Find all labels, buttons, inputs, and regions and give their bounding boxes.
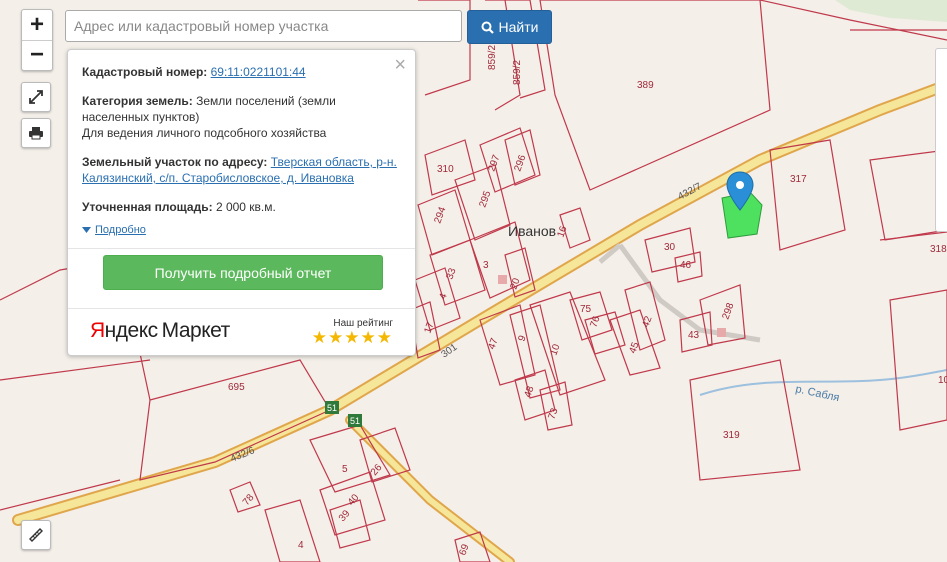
area-row: Уточненная площадь: 2 000 кв.м. xyxy=(82,199,401,215)
ruler-icon xyxy=(29,528,43,542)
parcel-label: 318 xyxy=(930,244,947,255)
land-use-value: Для ведения личного подсобного хозяйства xyxy=(82,126,327,140)
parcel-label: 10 xyxy=(938,375,947,386)
parcel-label: 317 xyxy=(790,174,807,185)
parcel-label: 46 xyxy=(680,260,692,271)
ruler-button[interactable] xyxy=(21,520,51,550)
zoom-out-button[interactable]: − xyxy=(22,39,52,71)
market-rating[interactable]: Наш рейтинг ★★★★★ xyxy=(312,318,393,347)
get-report-button[interactable]: Получить подробный отчет xyxy=(103,255,383,290)
search-icon xyxy=(481,21,494,34)
search-button-label: Найти xyxy=(498,19,539,35)
parcel-label: 75 xyxy=(580,304,592,315)
parcel-label: 5 xyxy=(342,464,348,475)
printer-icon xyxy=(29,127,43,140)
road-shield-1: 51 xyxy=(325,401,339,414)
address-label: Земельный участок по адресу: xyxy=(82,155,268,169)
area-value: 2 000 кв.м. xyxy=(215,200,276,214)
divider xyxy=(68,248,415,249)
road-shield-2-text: 51 xyxy=(350,416,360,426)
parcel-label: 310 xyxy=(437,164,454,175)
search-button[interactable]: Найти xyxy=(467,10,552,44)
parcel-label: 319 xyxy=(723,430,740,441)
rating-stars-icon: ★★★★★ xyxy=(311,328,393,347)
land-category-label: Категория земель: xyxy=(82,94,193,108)
parcel-label: 3 xyxy=(483,260,489,271)
expand-icon xyxy=(29,90,43,104)
land-category-row: Категория земель: Земли поселений (земли… xyxy=(82,93,401,141)
parcel-label: 4 xyxy=(298,540,304,551)
parcel-label: 43 xyxy=(688,330,700,341)
road-shield-1-text: 51 xyxy=(327,403,337,413)
layers-panel[interactable] xyxy=(935,48,947,232)
parcel-label: 695 xyxy=(228,382,245,393)
cadastral-number-link[interactable]: 69:11:0221101:44 xyxy=(211,65,306,79)
address-row: Земельный участок по адресу: Тверская об… xyxy=(82,154,401,186)
search-input[interactable] xyxy=(65,10,462,42)
parcel-label: 859/2 xyxy=(487,45,498,70)
parcel-label: 30 xyxy=(664,242,676,253)
yandex-market-logo[interactable]: Яндекс Маркет xyxy=(90,319,230,343)
parcel-label: 389 xyxy=(637,80,654,91)
details-toggle[interactable]: Подробно xyxy=(82,224,401,236)
village-label: Иванов xyxy=(508,223,556,239)
zoom-control: + − xyxy=(21,9,53,71)
parcel-info-popup: × Кадастровый номер: 69:11:0221101:44 Ка… xyxy=(67,49,416,356)
print-button[interactable] xyxy=(21,118,51,148)
fullscreen-button[interactable] xyxy=(21,82,51,112)
road-shield-2: 51 xyxy=(348,414,362,427)
parcel-label: 859/2 xyxy=(512,60,523,85)
close-icon[interactable]: × xyxy=(394,55,406,75)
zoom-in-button[interactable]: + xyxy=(22,10,52,40)
cadastral-number-label: Кадастровый номер: xyxy=(82,65,208,79)
caret-down-icon xyxy=(82,227,91,233)
cadastral-number-row: Кадастровый номер: 69:11:0221101:44 xyxy=(82,64,401,80)
area-label: Уточненная площадь: xyxy=(82,200,213,214)
divider xyxy=(68,308,415,309)
details-toggle-label: Подробно xyxy=(95,224,146,236)
